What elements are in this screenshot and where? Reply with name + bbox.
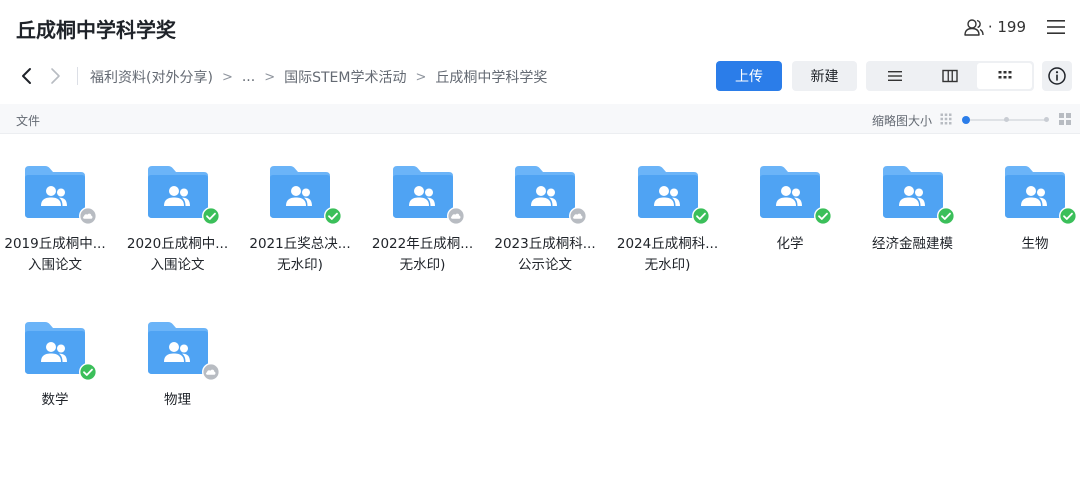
folder-name: 数学 [41,392,69,408]
nav-divider [77,67,78,85]
shared-folder-icon [756,164,832,225]
cloud-icon [201,363,220,381]
thumbnail-size-label: 缩略图大小 [871,114,932,128]
folder-item[interactable]: 2022年丘成桐...无水印) [368,164,478,276]
folder-name: 生物 [1021,236,1049,252]
synced-check-icon [936,207,955,225]
folder-name: 2022年丘成桐...无水印) [371,236,474,273]
shared-folder-icon [21,320,97,381]
folder-name: 2021丘奖总决...无水印) [249,236,351,273]
folder-name: 2024丘成桐科...无水印) [616,236,719,273]
breadcrumb-item[interactable]: ... [242,69,255,85]
cloud-icon [569,207,587,225]
page-title: 丘成桐中学科学奖 [16,18,176,42]
breadcrumb-separator: > [221,69,233,85]
folder-item[interactable]: 2021丘奖总决...无水印) [245,164,355,276]
file-list-subheader: 文件 缩略图大小 [0,104,1080,134]
info-icon [1048,67,1066,85]
slider-tick [1044,117,1049,122]
slider-handle[interactable] [962,116,970,124]
folder-name: 2020丘成桐中...入围论文 [126,236,229,273]
shared-folder-icon [266,164,342,225]
synced-check-icon [814,207,832,225]
folder-item[interactable]: 物理 [123,320,233,411]
members-button[interactable]: · 199 [964,18,1026,36]
synced-check-icon [201,207,220,225]
new-button[interactable]: 新建 [792,61,857,91]
small-grid-icon[interactable] [940,113,952,125]
upload-button[interactable]: 上传 [716,61,782,91]
member-count: · 199 [987,18,1026,36]
shared-folder-icon [879,164,955,225]
cloud-icon [79,207,97,225]
column-view-button[interactable] [923,63,978,89]
grid-view-icon [998,71,1012,79]
thumbnail-size-slider[interactable] [962,116,1049,124]
list-view-icon [888,71,903,81]
list-view-button[interactable] [868,63,923,89]
folder-name: 化学 [776,236,804,252]
folder-item[interactable]: 生物 [980,164,1080,255]
folder-item[interactable]: 2024丘成桐科...无水印) [613,164,723,276]
breadcrumb-item[interactable]: 国际STEM学术活动 [284,67,406,87]
folder-item[interactable]: 2020丘成桐中...入围论文 [123,164,233,276]
chevron-left-icon[interactable] [18,66,36,86]
folder-item[interactable]: 2023丘成桐科...公示论文 [490,164,600,276]
large-grid-icon[interactable] [1058,112,1072,126]
folder-item[interactable]: 2019丘成桐中...入围论文 [0,164,110,276]
grid-view-button[interactable] [977,63,1033,89]
view-mode-switch [866,61,1034,91]
folder-name: 2019丘成桐中...入围论文 [4,236,106,273]
shared-folder-icon [389,164,465,225]
breadcrumb-item[interactable]: 福利资料(对外分享) [90,67,213,87]
shared-folder-icon [511,164,587,225]
shared-folder-icon [144,164,220,225]
synced-check-icon [324,207,342,225]
cloud-icon [446,207,465,225]
breadcrumb-separator: > [415,69,427,85]
synced-check-icon [79,363,97,381]
shared-folder-icon [144,320,220,381]
folder-item[interactable]: 化学 [735,164,845,255]
slider-tick [1004,117,1009,122]
shared-folder-icon [21,164,97,225]
shared-folder-icon [634,164,710,225]
folder-name: 2023丘成桐科...公示论文 [494,236,596,273]
files-label: 文件 [16,114,41,128]
column-view-icon [942,69,958,83]
users-icon [964,19,984,36]
breadcrumb-separator: > [264,69,276,85]
shared-folder-icon [1001,164,1077,225]
breadcrumb: 福利资料(对外分享) > ... > 国际STEM学术活动 > 丘成桐中学科学奖 [90,67,547,87]
chevron-right-icon[interactable] [46,66,64,86]
folder-name: 物理 [164,392,191,408]
hamburger-menu-icon[interactable] [1046,18,1066,36]
folder-item[interactable]: 数学 [0,320,110,411]
folder-name: 经济金融建模 [872,236,953,252]
info-button[interactable] [1042,61,1072,91]
synced-check-icon [691,207,710,225]
synced-check-icon [1059,207,1077,225]
folder-item[interactable]: 经济金融建模 [858,164,968,255]
breadcrumb-current: 丘成桐中学科学奖 [435,70,548,86]
